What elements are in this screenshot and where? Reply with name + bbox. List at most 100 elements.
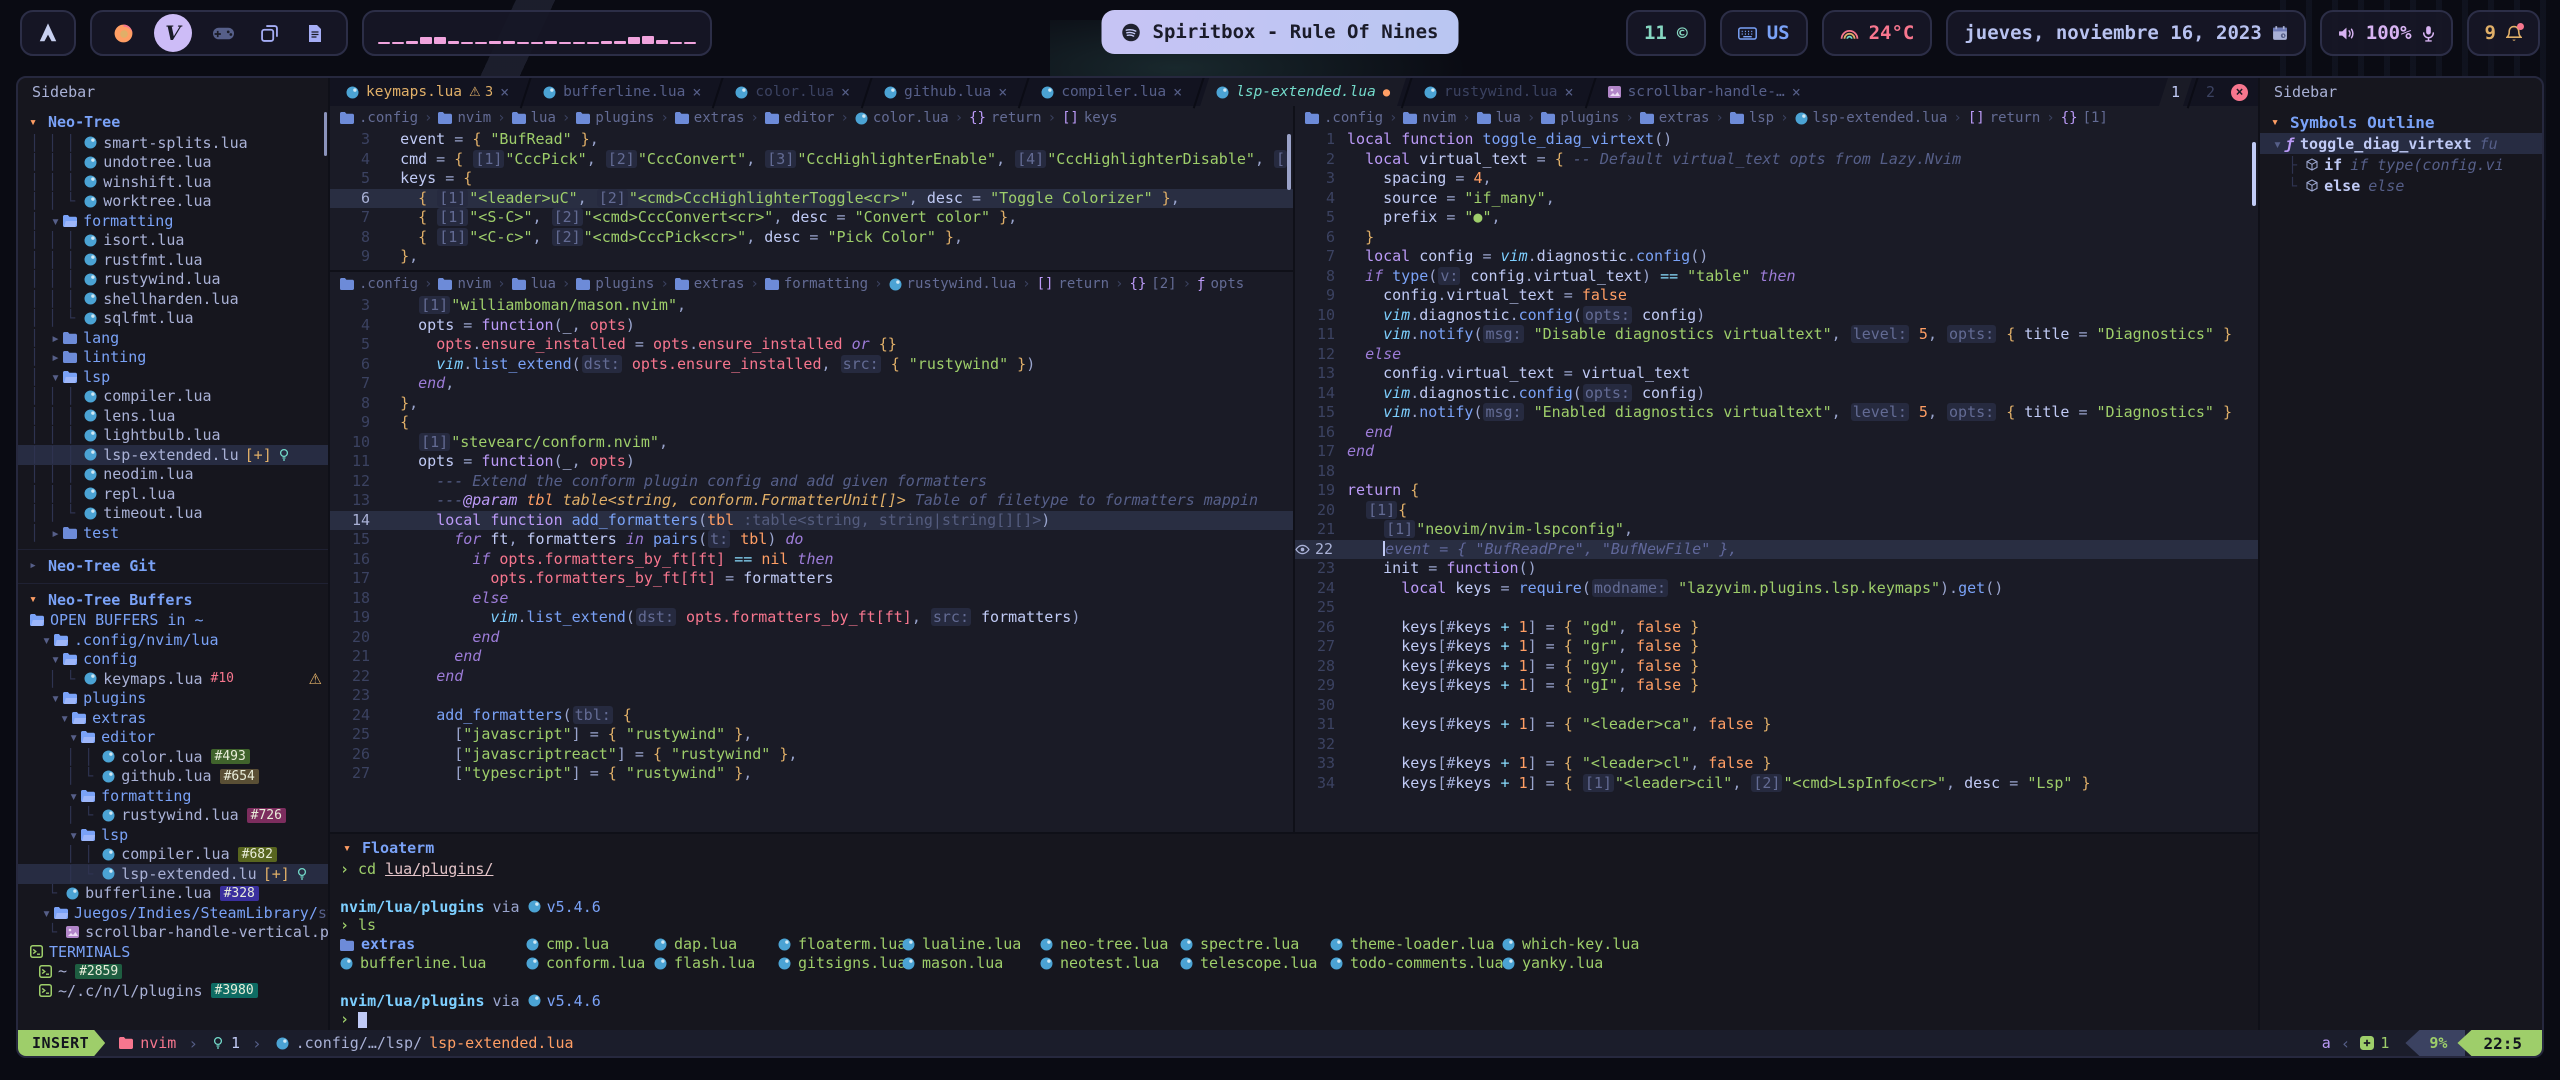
code-line-10[interactable]: 10 vim.diagnostic.config(opts: config) [1295,306,2258,326]
breadcrumb-segment[interactable]: plugins [576,110,654,126]
code-line-8[interactable]: 8 if type(v: config.virtual_text) == "ta… [1295,267,2258,287]
launcher-button[interactable] [20,10,76,56]
chevron-down-icon[interactable]: ▾ [48,689,63,707]
chevron-down-icon[interactable]: ▾ [39,904,54,922]
code-line-12[interactable]: 12 else [1295,345,2258,365]
workspace-windows[interactable] [254,18,284,48]
code-line-13[interactable]: 13 ---@param tbl table<string, conform.F… [330,491,1293,511]
code-line-16[interactable]: 16 end [1295,423,2258,443]
tree-item[interactable]: ▾editor [18,728,328,748]
updates-widget[interactable]: 11© [1626,10,1706,56]
chevron-down-icon[interactable]: ▾ [48,212,63,230]
code-line-25[interactable]: 25 ["javascript"] = { "rustywind" }, [330,725,1293,745]
tree-item[interactable]: │ │ │ smart-splits.lua [18,133,328,153]
tree-item[interactable]: ▾.config/nvim/lua [18,630,328,650]
ls-entry[interactable]: spectre.lua [1180,935,1330,954]
tree-item[interactable]: │ │ │ shellharden.lua [18,289,328,309]
tab-github-lua[interactable]: github.lua× [868,78,1023,106]
chevron-down-icon[interactable]: ▾ [2268,115,2282,130]
code-line-23[interactable]: 23 init = function() [1295,559,2258,579]
sidebar-scrollbar[interactable] [324,112,327,156]
code-line-3[interactable]: 3 event = { "BufRead" }, [330,130,1293,150]
code-line-8[interactable]: 8 }, [330,394,1293,414]
close-all-button[interactable]: × [2231,84,2248,101]
chevron-right-icon[interactable]: ▸ [26,558,40,573]
code-line-11[interactable]: 11 opts = function(_, opts) [330,452,1293,472]
tree-item[interactable]: │ │ │ undotree.lua [18,153,328,173]
chevron-down-icon[interactable]: ▾ [26,115,40,130]
chevron-down-icon[interactable]: ▾ [340,841,354,856]
ls-entry[interactable]: lualine.lua [902,935,1040,954]
code-line-20[interactable]: 20 end [330,628,1293,648]
tree-item[interactable]: │ └ github.lua#654 [18,767,328,787]
tree-item[interactable]: │ │ └ worktree.lua [18,192,328,212]
code-line-9[interactable]: 9 config.virtual_text = false [1295,286,2258,306]
breadcrumb-segment[interactable]: rustywind.lua [889,276,1017,292]
code-line-26[interactable]: 26 keys[#keys + 1] = { "gd", false } [1295,618,2258,638]
tab-color-lua[interactable]: color.lua× [719,78,866,106]
tree-item[interactable]: ~#2859 [18,962,328,982]
breadcrumb-segment[interactable]: extras [675,110,745,126]
ls-entry[interactable]: theme-loader.lua [1330,935,1502,954]
breadcrumb-segment[interactable]: color.lua [855,110,949,126]
code-line-20[interactable]: 20 [1]{ [1295,501,2258,521]
breadcrumb-segment[interactable]: plugins [576,276,654,292]
tree-item[interactable]: ~/.c/n/l/plugins#3980 [18,981,328,1001]
tab-rustywind-lua[interactable]: rustywind.lua× [1408,78,1590,106]
floaterm-terminal[interactable]: ›cdlua/plugins/nvim/lua/pluginsviav5.4.6… [340,860,2258,1029]
code-line-6[interactable]: 6 } [1295,228,2258,248]
breadcrumb-segment[interactable]: formatting [765,276,868,292]
tree-item[interactable]: │ │ │ lsp-extended.lu[+] [18,445,328,465]
breadcrumb-segment[interactable]: []return [1968,110,2040,126]
chevron-down-icon[interactable]: ▾ [66,728,81,746]
tabpage-2[interactable]: 2 [2194,78,2227,106]
chevron-down-icon[interactable]: ▾ [2270,135,2285,153]
tree-item[interactable]: │ │ │ lightbulb.lua [18,426,328,446]
breadcrumb-segment[interactable]: .config [340,110,418,126]
workspace-documents[interactable] [300,18,330,48]
code-line-14[interactable]: 14 vim.diagnostic.config(opts: config) [1295,384,2258,404]
tab-scrollbar-handle-[interactable]: scrollbar-handle-…× [1592,78,1817,106]
date-widget[interactable]: jueves, noviembre 16, 2023 [1946,10,2305,56]
ls-entry[interactable]: telescope.lua [1180,954,1330,973]
tree-item[interactable]: ▾formatting [18,786,328,806]
code-line-10[interactable]: 10 [1]"stevearc/conform.nvim", [330,433,1293,453]
tree-item[interactable]: │ │ │ rustywind.lua [18,270,328,290]
chevron-right-icon[interactable]: ▸ [48,348,63,366]
tree-item[interactable]: │ └ keymaps.lua#10⚠ [18,669,328,689]
code-line-17[interactable]: 17end [1295,442,2258,462]
tab-compiler-lua[interactable]: compiler.lua× [1025,78,1198,106]
breadcrumb-segment[interactable]: editor [765,110,835,126]
tab-keymaps-lua[interactable]: keymaps.lua⚠ 3× [330,78,525,106]
editor-scrollbar[interactable] [2252,142,2256,206]
breadcrumb-segment[interactable]: []return [1037,276,1109,292]
breadcrumb-segment[interactable]: nvim [1403,110,1456,126]
breadcrumb-segment[interactable]: nvim [438,110,491,126]
tree-item[interactable]: └ scrollbar-handle-vertical.p [18,923,328,943]
ls-entry[interactable]: todo-comments.lua [1330,954,1502,973]
editor-scrollbar[interactable] [1287,134,1291,190]
close-icon[interactable]: × [998,83,1007,101]
breadcrumb-segment[interactable]: lua [1477,110,1521,126]
tree-item[interactable]: │ ▾formatting [18,211,328,231]
ls-entry[interactable]: gitsigns.lua [778,954,902,973]
code-line-32[interactable]: 32 [1295,735,2258,755]
ls-entry[interactable]: neotest.lua [1040,954,1180,973]
music-widget[interactable]: Spiritbox - Rule Of Nines [1102,10,1459,54]
code-line-7[interactable]: 7 end, [330,374,1293,394]
system-graph-widget[interactable] [362,10,712,56]
chevron-right-icon[interactable]: ▸ [48,524,63,542]
breadcrumb-segment[interactable]: extras [675,276,745,292]
keyboard-layout-widget[interactable]: US [1720,10,1808,56]
code-line-27[interactable]: 27 ["typescript"] = { "rustywind" }, [330,764,1293,784]
breadcrumb-segment[interactable]: plugins [1541,110,1619,126]
tree-item[interactable]: │ │ │ lens.lua [18,406,328,426]
workspace-games[interactable] [208,18,238,48]
close-icon[interactable]: × [1565,83,1574,101]
tree-item[interactable]: │ │ └ timeout.lua [18,504,328,524]
code-line-3[interactable]: 3 spacing = 4, [1295,169,2258,189]
code-line-25[interactable]: 25 [1295,598,2258,618]
code-line-13[interactable]: 13 config.virtual_text = virtual_text [1295,364,2258,384]
ls-entry[interactable]: cmp.lua [526,935,654,954]
tree-item[interactable]: ▾extras [18,708,328,728]
